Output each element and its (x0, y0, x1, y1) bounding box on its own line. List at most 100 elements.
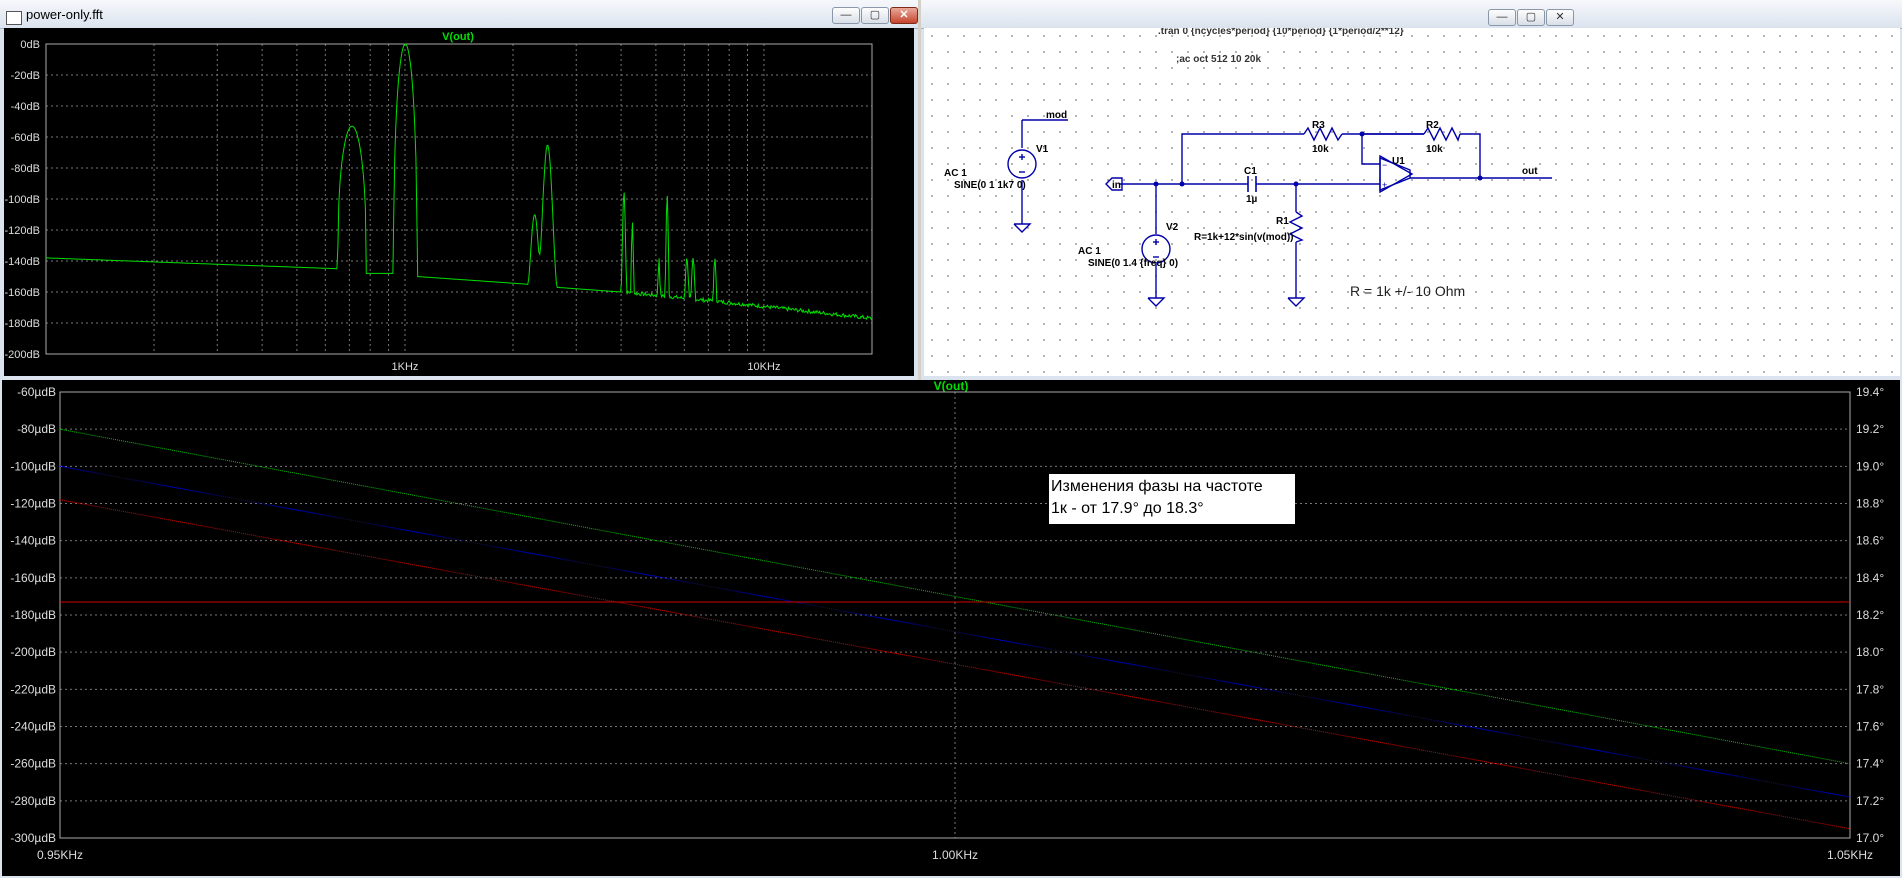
y-tick-label: -140µdB (10, 534, 56, 548)
v2-ac-label[interactable]: AC 1 (1078, 246, 1101, 257)
v1-source-icon[interactable] (1007, 149, 1037, 179)
v1-ac-label[interactable]: AC 1 (944, 168, 967, 179)
maximize-button[interactable]: ▢ (861, 7, 889, 24)
annotation-box[interactable]: Изменения фазы на частоте 1к - от 17.9° … (1049, 474, 1295, 524)
c1-label[interactable]: C1 (1244, 166, 1257, 177)
ac-plot[interactable]: V(out) -60µdB -80µdB -100µdB -120µdB -140µdB… (2, 380, 1900, 876)
y-tick-label: -240µdB (10, 720, 56, 734)
in-label[interactable]: in (1112, 180, 1121, 191)
y-right-tick-label: 19.0° (1856, 459, 1884, 473)
schematic[interactable]: .tran 0 {ncycles*period} {10*period} {1*… (924, 28, 1900, 376)
y-tick-label: -200dB (5, 349, 40, 361)
fft-window: power-only.fft — ▢ ✕ V(out) 0dB -20dB -40d… (0, 0, 918, 380)
y-right-tick-label: 17.4° (1856, 757, 1884, 771)
trace-name[interactable]: V(out) (442, 31, 474, 43)
y-tick-label: -140dB (5, 256, 40, 268)
y-tick-label: -40dB (11, 101, 40, 113)
minimize-button[interactable]: — (1488, 9, 1516, 26)
r3-label[interactable]: R3 (1312, 120, 1325, 131)
v2-sine-label[interactable]: SINE(0 1.4 {freq} 0) (1088, 258, 1178, 269)
y-tick-label: -200µdB (10, 645, 56, 659)
maximize-button[interactable]: ▢ (1517, 9, 1545, 26)
tran-directive[interactable]: .tran 0 {ncycles*period} {10*period} {1*… (1158, 28, 1404, 37)
y-right-tick-label: 18.2° (1856, 608, 1884, 622)
r1-value[interactable]: R=1k+12*sin(v(mod)) (1194, 232, 1293, 243)
y-tick-label: 0dB (20, 39, 40, 51)
ground-icon (1013, 223, 1032, 233)
x-tick-label: 0.95KHz (37, 848, 83, 862)
y-tick-label: -280µdB (10, 794, 56, 808)
r2-value[interactable]: 10k (1426, 144, 1443, 155)
trace-name[interactable]: V(out) (934, 380, 969, 393)
schematic-window: — ▢ ✕ .tran 0 {ncycles*period} {10*perio… (921, 0, 1902, 380)
x-tick-label: 1KHz (392, 361, 419, 373)
ac-grid (59, 391, 1851, 839)
y-right-tick-label: 18.4° (1856, 571, 1884, 585)
y-tick-label: -120µdB (10, 497, 56, 511)
out-label[interactable]: out (1522, 166, 1538, 177)
waveform-icon (6, 11, 22, 25)
y-right-tick-label: 19.4° (1856, 385, 1884, 399)
annotation-line-1: Изменения фазы на частоте (1051, 478, 1263, 495)
y-tick-label: -160µdB (10, 571, 56, 585)
y-tick-label: -80dB (11, 163, 40, 175)
ac-y-axis-left: -60µdB -80µdB -100µdB -120µdB -140µdB -160µdB… (10, 385, 56, 845)
y-tick-label: -260µdB (10, 757, 56, 771)
y-right-tick-label: 17.8° (1856, 682, 1884, 696)
y-tick-label: -60µdB (17, 385, 56, 399)
r3-value[interactable]: 10k (1312, 144, 1329, 155)
y-tick-label: -80µdB (17, 422, 56, 436)
fft-plot[interactable]: V(out) 0dB -20dB -40dB -60dB -80dB -100dB -120… (4, 28, 914, 376)
ac-directive[interactable]: ;ac oct 512 10 20k (1176, 54, 1261, 65)
v1-sine-label[interactable]: SINE(0 1 1k7 0) (954, 180, 1026, 191)
svg-text:+: + (1382, 180, 1387, 190)
y-tick-label: -300µdB (10, 831, 56, 845)
u1-label[interactable]: U1 (1392, 156, 1405, 167)
y-right-tick-label: 17.0° (1856, 831, 1884, 845)
capacitor-icon[interactable] (1247, 176, 1257, 192)
ground-icon (1287, 297, 1306, 307)
fft-titlebar[interactable]: power-only.fft — ▢ ✕ (0, 0, 918, 29)
ac-plot-window: V(out) -60µdB -80µdB -100µdB -120µdB -140µdB… (0, 380, 1902, 878)
y-tick-label: -20dB (11, 70, 40, 82)
ac-x-axis: 0.95KHz 1.00KHz 1.05KHz (37, 848, 1873, 862)
y-tick-label: -180dB (5, 318, 40, 330)
x-tick-label: 1.05KHz (1827, 848, 1873, 862)
x-tick-label: 10KHz (747, 361, 780, 373)
note-text[interactable]: R = 1k +/- 10 Ohm (1350, 283, 1465, 299)
y-right-tick-label: 18.8° (1856, 497, 1884, 511)
close-button[interactable]: ✕ (890, 7, 918, 24)
y-right-tick-label: 19.2° (1856, 422, 1884, 436)
v1-label[interactable]: V1 (1036, 144, 1049, 155)
schematic-titlebar[interactable]: — ▢ ✕ (921, 0, 1902, 29)
y-tick-label: -180µdB (10, 608, 56, 622)
y-right-tick-label: 18.6° (1856, 534, 1884, 548)
wires (1021, 119, 1552, 298)
ac-plot-pane[interactable]: V(out) -60µdB -80µdB -100µdB -120µdB -140µdB… (2, 380, 1900, 876)
y-tick-label: -220µdB (10, 682, 56, 696)
ac-trace-line[interactable] (59, 499, 1851, 830)
y-tick-label: -100dB (5, 194, 40, 206)
schematic-canvas[interactable]: .tran 0 {ncycles*period} {10*period} {1*… (924, 28, 1900, 376)
x-tick-label: 1.00KHz (932, 848, 978, 862)
close-button[interactable]: ✕ (1546, 9, 1574, 26)
svg-text:−: − (1382, 160, 1387, 170)
y-tick-label: -100µdB (10, 459, 56, 473)
r1-label[interactable]: R1 (1276, 216, 1289, 227)
r2-label[interactable]: R2 (1426, 120, 1439, 131)
mod-label[interactable]: mod (1046, 110, 1067, 121)
ground-icon (1147, 297, 1166, 307)
y-tick-label: -120dB (5, 225, 40, 237)
minimize-button[interactable]: — (832, 7, 860, 24)
y-tick-label: -60dB (11, 132, 40, 144)
fft-plot-pane[interactable]: V(out) 0dB -20dB -40dB -60dB -80dB -100dB -120… (4, 28, 914, 376)
window-title: power-only.fft (26, 7, 103, 22)
ac-y-axis-right: 19.4° 19.2° 19.0° 18.8° 18.6° 18.4° 18.2° 18.0°… (1856, 385, 1884, 845)
y-right-tick-label: 18.0° (1856, 645, 1884, 659)
fft-trace-line[interactable] (46, 43, 873, 321)
v2-label[interactable]: V2 (1166, 222, 1179, 233)
y-right-tick-label: 17.2° (1856, 794, 1884, 808)
y-right-tick-label: 17.6° (1856, 720, 1884, 734)
c1-value[interactable]: 1µ (1246, 194, 1258, 205)
y-tick-label: -160dB (5, 287, 40, 299)
